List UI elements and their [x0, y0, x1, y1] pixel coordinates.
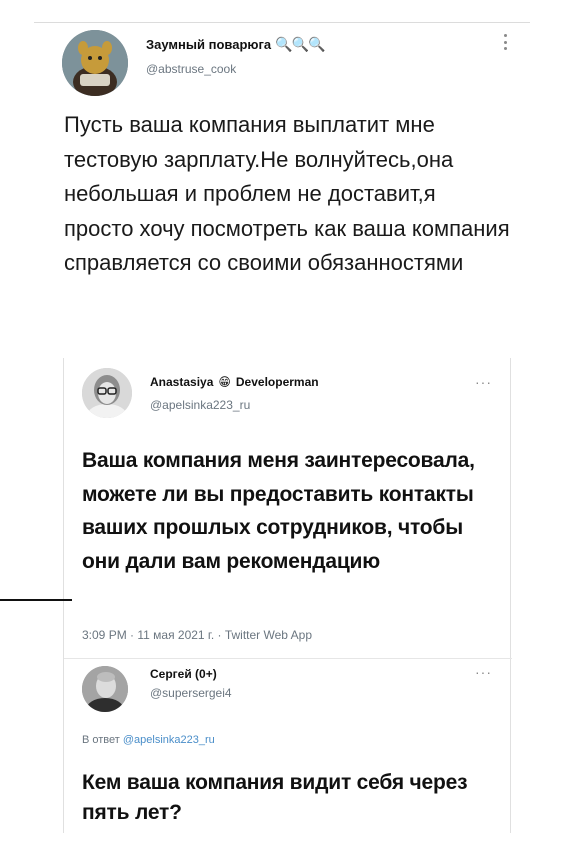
- avatar-anastasiya[interactable]: [82, 368, 132, 418]
- top-divider: [34, 22, 530, 23]
- horizontal-dots-icon[interactable]: ···: [475, 664, 492, 680]
- reply-to-line: В ответ @apelsinka223_ru: [82, 734, 215, 746]
- reply-author-handle[interactable]: @supersergei4: [150, 686, 232, 700]
- quoted-screenshot: Anastasiya 😁 Developerman @apelsinka223_…: [63, 358, 512, 833]
- card-divider: [64, 658, 512, 659]
- avatar-zaumny[interactable]: [62, 30, 128, 96]
- reply-to-link[interactable]: @apelsinka223_ru: [123, 734, 215, 746]
- quoted-author-handle[interactable]: @apelsinka223_ru: [150, 398, 250, 412]
- author-handle[interactable]: @abstruse_cook: [146, 62, 236, 76]
- reply-author-name[interactable]: Сергей (0+): [150, 667, 217, 681]
- quoted-tweet-meta: 3:09 PM · 11 мая 2021 г. · Twitter Web A…: [82, 628, 312, 642]
- author-name[interactable]: Заумный поварюга: [146, 37, 271, 52]
- magnifier-emoji-icon: 🔍🔍🔍: [275, 36, 325, 52]
- tweet-text: Пусть ваша компания выплатит мне тестову…: [64, 112, 510, 275]
- avatar-sergei[interactable]: [82, 666, 128, 712]
- vertical-dots-icon[interactable]: [504, 34, 508, 50]
- quoted-author-name-suffix: Developerman: [235, 375, 319, 389]
- quoted-author-name[interactable]: Anastasiya: [150, 375, 213, 389]
- underline-mark: [0, 599, 72, 601]
- quoted-tweet-text: Ваша компания меня заинтересовала, может…: [82, 449, 475, 573]
- reply-prefix: В ответ: [82, 734, 120, 746]
- main-tweet: Заумный поварюга 🔍🔍🔍 @abstruse_cook Пуст…: [34, 24, 530, 370]
- reply-text: Кем ваша компания видит себя через пять …: [82, 771, 468, 824]
- grin-emoji-icon: 😁: [218, 375, 231, 389]
- horizontal-dots-icon[interactable]: ···: [475, 374, 492, 390]
